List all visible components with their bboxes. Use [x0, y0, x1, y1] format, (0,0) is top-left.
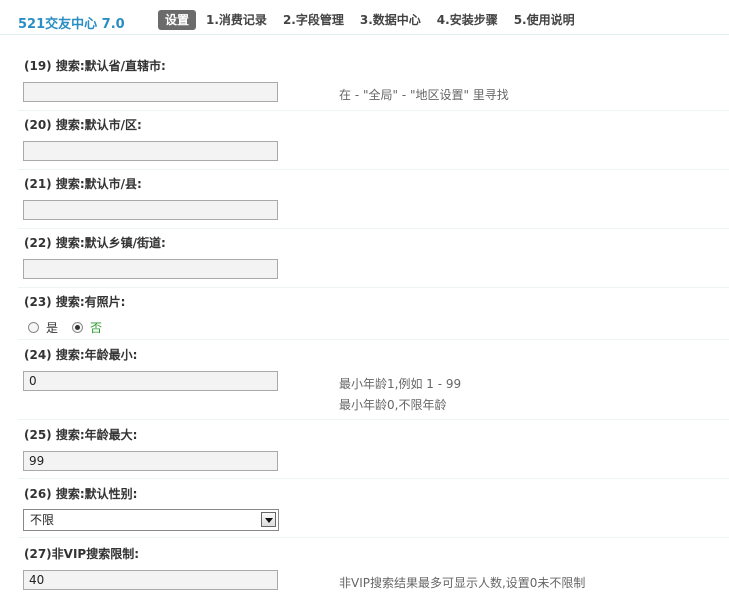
- field-19-label: (19) 搜索:默认省/直辖市:: [24, 59, 166, 73]
- tab-data-center[interactable]: 3.数据中心: [360, 10, 421, 30]
- field-20-label: (20) 搜索:默认市/区:: [24, 118, 142, 132]
- divider: [18, 169, 729, 170]
- tab-field-management[interactable]: 2.字段管理: [283, 10, 344, 30]
- field-24-label: (24) 搜索:年龄最小:: [24, 348, 138, 362]
- divider: [18, 419, 729, 420]
- field-22-label: (22) 搜索:默认乡镇/街道:: [24, 236, 166, 250]
- default-town-street-input[interactable]: [23, 259, 278, 279]
- non-vip-search-limit-input[interactable]: 40: [23, 570, 278, 590]
- has-photo-yes-radio[interactable]: [28, 322, 39, 333]
- divider: [18, 110, 729, 111]
- divider: [18, 339, 729, 340]
- default-gender-value: 不限: [30, 513, 55, 527]
- divider: [18, 228, 729, 229]
- field-26-label: (26) 搜索:默认性别:: [24, 487, 138, 501]
- has-photo-no-label: 否: [90, 321, 103, 335]
- age-max-input[interactable]: 99: [23, 451, 278, 471]
- default-gender-select[interactable]: 不限: [23, 509, 279, 531]
- field-27-hint: 非VIP搜索结果最多可显示人数,设置0未不限制: [339, 576, 586, 590]
- default-province-input[interactable]: [23, 82, 278, 102]
- field-19-hint: 在 - "全局" - "地区设置" 里寻找: [339, 88, 509, 102]
- age-min-input[interactable]: 0: [23, 371, 278, 391]
- field-24-hint-2: 最小年龄0,不限年龄: [339, 398, 447, 412]
- chevron-down-icon[interactable]: [261, 512, 276, 527]
- has-photo-yes-label: 是: [46, 321, 59, 335]
- tab-install-steps[interactable]: 4.安装步骤: [437, 10, 498, 30]
- default-city-county-input[interactable]: [23, 200, 278, 220]
- divider: [18, 287, 729, 288]
- has-photo-no-radio[interactable]: [72, 322, 84, 333]
- field-21-label: (21) 搜索:默认市/县:: [24, 177, 142, 191]
- top-bar: 521交友中心 7.0 设置 1.消费记录 2.字段管理 3.数据中心 4.安装…: [0, 0, 729, 35]
- has-photo-radio-group: 是 否: [28, 319, 116, 336]
- tab-consumption-records[interactable]: 1.消费记录: [206, 10, 267, 30]
- field-27-label: (27)非VIP搜索限制:: [24, 547, 140, 561]
- tab-settings[interactable]: 设置: [158, 10, 197, 30]
- app-title: 521交友中心 7.0: [18, 17, 125, 32]
- field-25-label: (25) 搜索:年龄最大:: [24, 428, 138, 442]
- divider: [18, 478, 729, 479]
- tab-instructions[interactable]: 5.使用说明: [514, 10, 575, 30]
- field-24-hint-1: 最小年龄1,例如 1 - 99: [339, 377, 462, 391]
- field-23-label: (23) 搜索:有照片:: [24, 295, 126, 309]
- divider: [18, 537, 729, 538]
- nav-tabs: 设置 1.消费记录 2.字段管理 3.数据中心 4.安装步骤 5.使用说明: [158, 10, 591, 30]
- default-city-district-input[interactable]: [23, 141, 278, 161]
